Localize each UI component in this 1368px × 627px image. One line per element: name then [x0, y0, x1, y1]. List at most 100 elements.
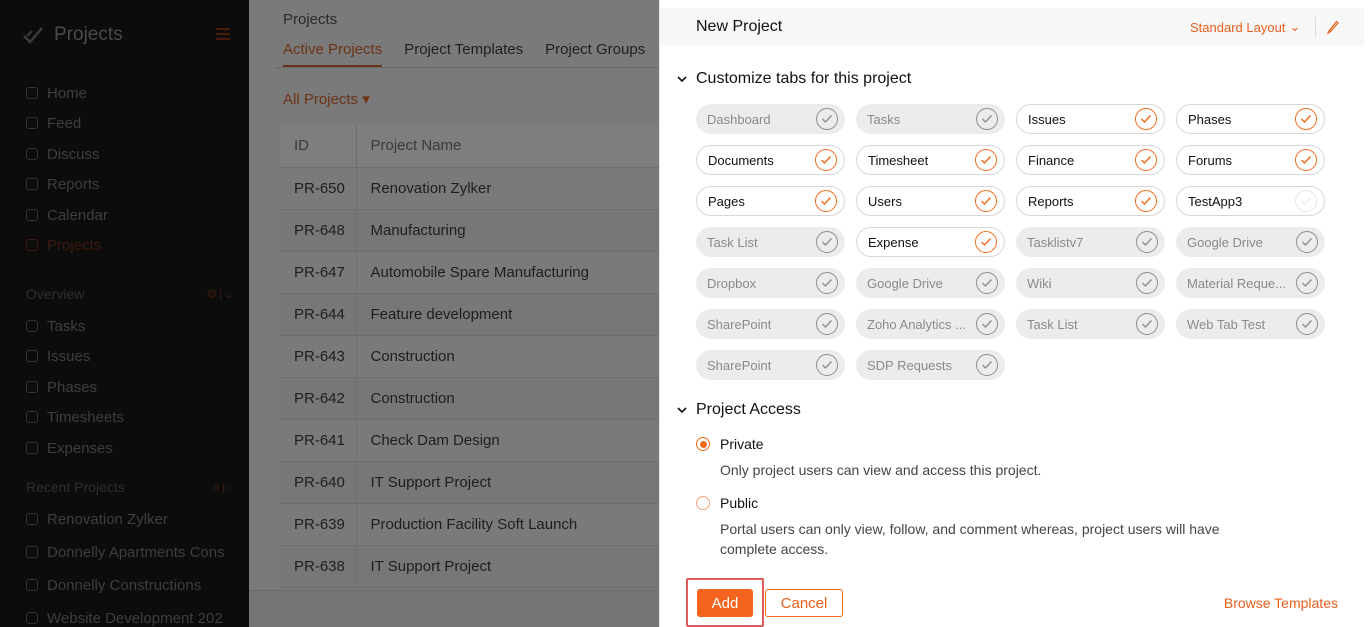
check-circle-icon[interactable]: [976, 108, 998, 130]
check-circle-icon[interactable]: [816, 354, 838, 376]
check-circle-icon[interactable]: [816, 108, 838, 130]
tab-active-projects[interactable]: Active Projects: [283, 41, 383, 67]
cancel-button[interactable]: Cancel: [765, 589, 843, 617]
recent-item[interactable]: Donnelly Constructions: [26, 574, 236, 596]
check-circle-icon[interactable]: [816, 231, 838, 253]
check-circle-icon[interactable]: [816, 272, 838, 294]
check-circle-icon[interactable]: [1296, 272, 1318, 294]
access-public-option[interactable]: Public: [696, 495, 758, 511]
pencil-icon[interactable]: [1326, 18, 1340, 34]
customize-tabs-toggle[interactable]: Customize tabs for this project: [676, 70, 911, 88]
check-circle-icon[interactable]: [1296, 313, 1318, 335]
check-circle-icon[interactable]: [815, 190, 837, 212]
column-id[interactable]: ID: [280, 125, 357, 168]
recent-item[interactable]: Website Development 202: [26, 607, 236, 627]
sidebar-item-tasks[interactable]: Tasks: [26, 315, 236, 337]
recent-item[interactable]: Renovation Zylker: [26, 508, 236, 530]
access-private-option[interactable]: Private: [696, 436, 764, 452]
all-projects-filter[interactable]: All Projects ▾: [283, 90, 370, 108]
tab-chip[interactable]: Issues: [1016, 104, 1165, 134]
check-circle-icon[interactable]: [1135, 190, 1157, 212]
table-row[interactable]: PR-647 Automobile Spare Manufacturing: [280, 251, 659, 294]
tab-chip[interactable]: Zoho Analytics ...: [856, 309, 1005, 339]
tab-project-groups[interactable]: Project Groups: [545, 41, 645, 67]
sidebar-item-calendar[interactable]: Calendar: [26, 204, 236, 226]
project-name[interactable]: Construction: [356, 377, 659, 420]
table-row[interactable]: PR-650 Renovation Zylker: [280, 167, 659, 210]
tab-chip[interactable]: Documents: [696, 145, 845, 175]
tab-chip[interactable]: Pages: [696, 186, 845, 216]
check-circle-icon[interactable]: [1295, 108, 1317, 130]
check-circle-icon[interactable]: [1136, 272, 1158, 294]
brand[interactable]: Projects: [22, 24, 123, 46]
tab-chip[interactable]: Material Reque...: [1176, 268, 1325, 298]
overview-settings-icon[interactable]: ⚙|⌄: [206, 287, 236, 301]
table-row[interactable]: PR-644 Feature development: [280, 293, 659, 336]
tab-chip[interactable]: Reports: [1016, 186, 1165, 216]
project-name[interactable]: Manufacturing: [356, 209, 659, 252]
sidebar-item-discuss[interactable]: Discuss: [26, 143, 236, 165]
table-row[interactable]: PR-648 Manufacturing: [280, 209, 659, 252]
check-circle-icon[interactable]: [975, 149, 997, 171]
check-circle-icon[interactable]: [1295, 190, 1317, 212]
check-circle-icon[interactable]: [1135, 108, 1157, 130]
project-access-toggle[interactable]: Project Access: [676, 401, 801, 419]
tab-chip[interactable]: Forums: [1176, 145, 1325, 175]
column-project-name[interactable]: Project Name: [356, 125, 659, 168]
table-row[interactable]: PR-641 Check Dam Design: [280, 419, 659, 462]
tab-chip[interactable]: Tasklistv7: [1016, 227, 1165, 257]
tab-chip[interactable]: Dashboard: [696, 104, 845, 134]
table-row[interactable]: PR-640 IT Support Project: [280, 461, 659, 504]
tab-chip[interactable]: Users: [856, 186, 1005, 216]
browse-templates-link[interactable]: Browse Templates: [1224, 595, 1338, 611]
check-circle-icon[interactable]: [1136, 313, 1158, 335]
check-circle-icon[interactable]: [976, 272, 998, 294]
check-circle-icon[interactable]: [1136, 231, 1158, 253]
private-radio[interactable]: [696, 437, 710, 451]
check-circle-icon[interactable]: [816, 313, 838, 335]
check-circle-icon[interactable]: [1295, 149, 1317, 171]
tab-chip[interactable]: Timesheet: [856, 145, 1005, 175]
recent-item[interactable]: Donnelly Apartments Cons: [26, 541, 236, 563]
sidebar-item-reports[interactable]: Reports: [26, 173, 236, 195]
tab-chip[interactable]: Dropbox: [696, 268, 845, 298]
project-name[interactable]: IT Support Project: [356, 461, 659, 504]
table-row[interactable]: PR-642 Construction: [280, 377, 659, 420]
project-name[interactable]: Renovation Zylker: [356, 167, 659, 210]
add-button[interactable]: Add: [697, 589, 753, 617]
sidebar-item-feed[interactable]: Feed: [26, 112, 236, 134]
tab-chip[interactable]: Wiki: [1016, 268, 1165, 298]
tab-chip[interactable]: TestApp3: [1176, 186, 1325, 216]
tab-chip[interactable]: SharePoint: [696, 309, 845, 339]
tab-chip[interactable]: Task List: [1016, 309, 1165, 339]
sidebar-item-home[interactable]: Home: [26, 82, 236, 104]
tab-chip[interactable]: SDP Requests: [856, 350, 1005, 380]
project-name[interactable]: Production Facility Soft Launch: [356, 503, 659, 546]
tab-project-templates[interactable]: Project Templates: [404, 41, 523, 67]
check-circle-icon[interactable]: [1135, 149, 1157, 171]
tab-chip[interactable]: SharePoint: [696, 350, 845, 380]
project-name[interactable]: IT Support Project: [356, 545, 659, 588]
sidebar-item-issues[interactable]: Issues: [26, 345, 236, 367]
table-row[interactable]: PR-639 Production Facility Soft Launch: [280, 503, 659, 546]
sidebar-item-expenses[interactable]: Expenses: [26, 437, 236, 459]
project-name[interactable]: Feature development: [356, 293, 659, 336]
tab-chip[interactable]: Finance: [1016, 145, 1165, 175]
recent-filter-icon[interactable]: ≡|⌕: [213, 480, 236, 495]
check-circle-icon[interactable]: [815, 149, 837, 171]
tab-chip[interactable]: Expense: [856, 227, 1005, 257]
table-row[interactable]: PR-643 Construction: [280, 335, 659, 378]
tab-chip[interactable]: Google Drive: [856, 268, 1005, 298]
check-circle-icon[interactable]: [976, 354, 998, 376]
tab-chip[interactable]: Web Tab Test: [1176, 309, 1325, 339]
check-circle-icon[interactable]: [976, 313, 998, 335]
check-circle-icon[interactable]: [1296, 231, 1318, 253]
check-circle-icon[interactable]: [975, 190, 997, 212]
tab-chip[interactable]: Phases: [1176, 104, 1325, 134]
project-name[interactable]: Construction: [356, 335, 659, 378]
tab-chip[interactable]: Task List: [696, 227, 845, 257]
sidebar-item-phases[interactable]: Phases: [26, 376, 236, 398]
public-radio[interactable]: [696, 496, 710, 510]
tab-chip[interactable]: Tasks: [856, 104, 1005, 134]
project-name[interactable]: Automobile Spare Manufacturing: [356, 251, 659, 294]
